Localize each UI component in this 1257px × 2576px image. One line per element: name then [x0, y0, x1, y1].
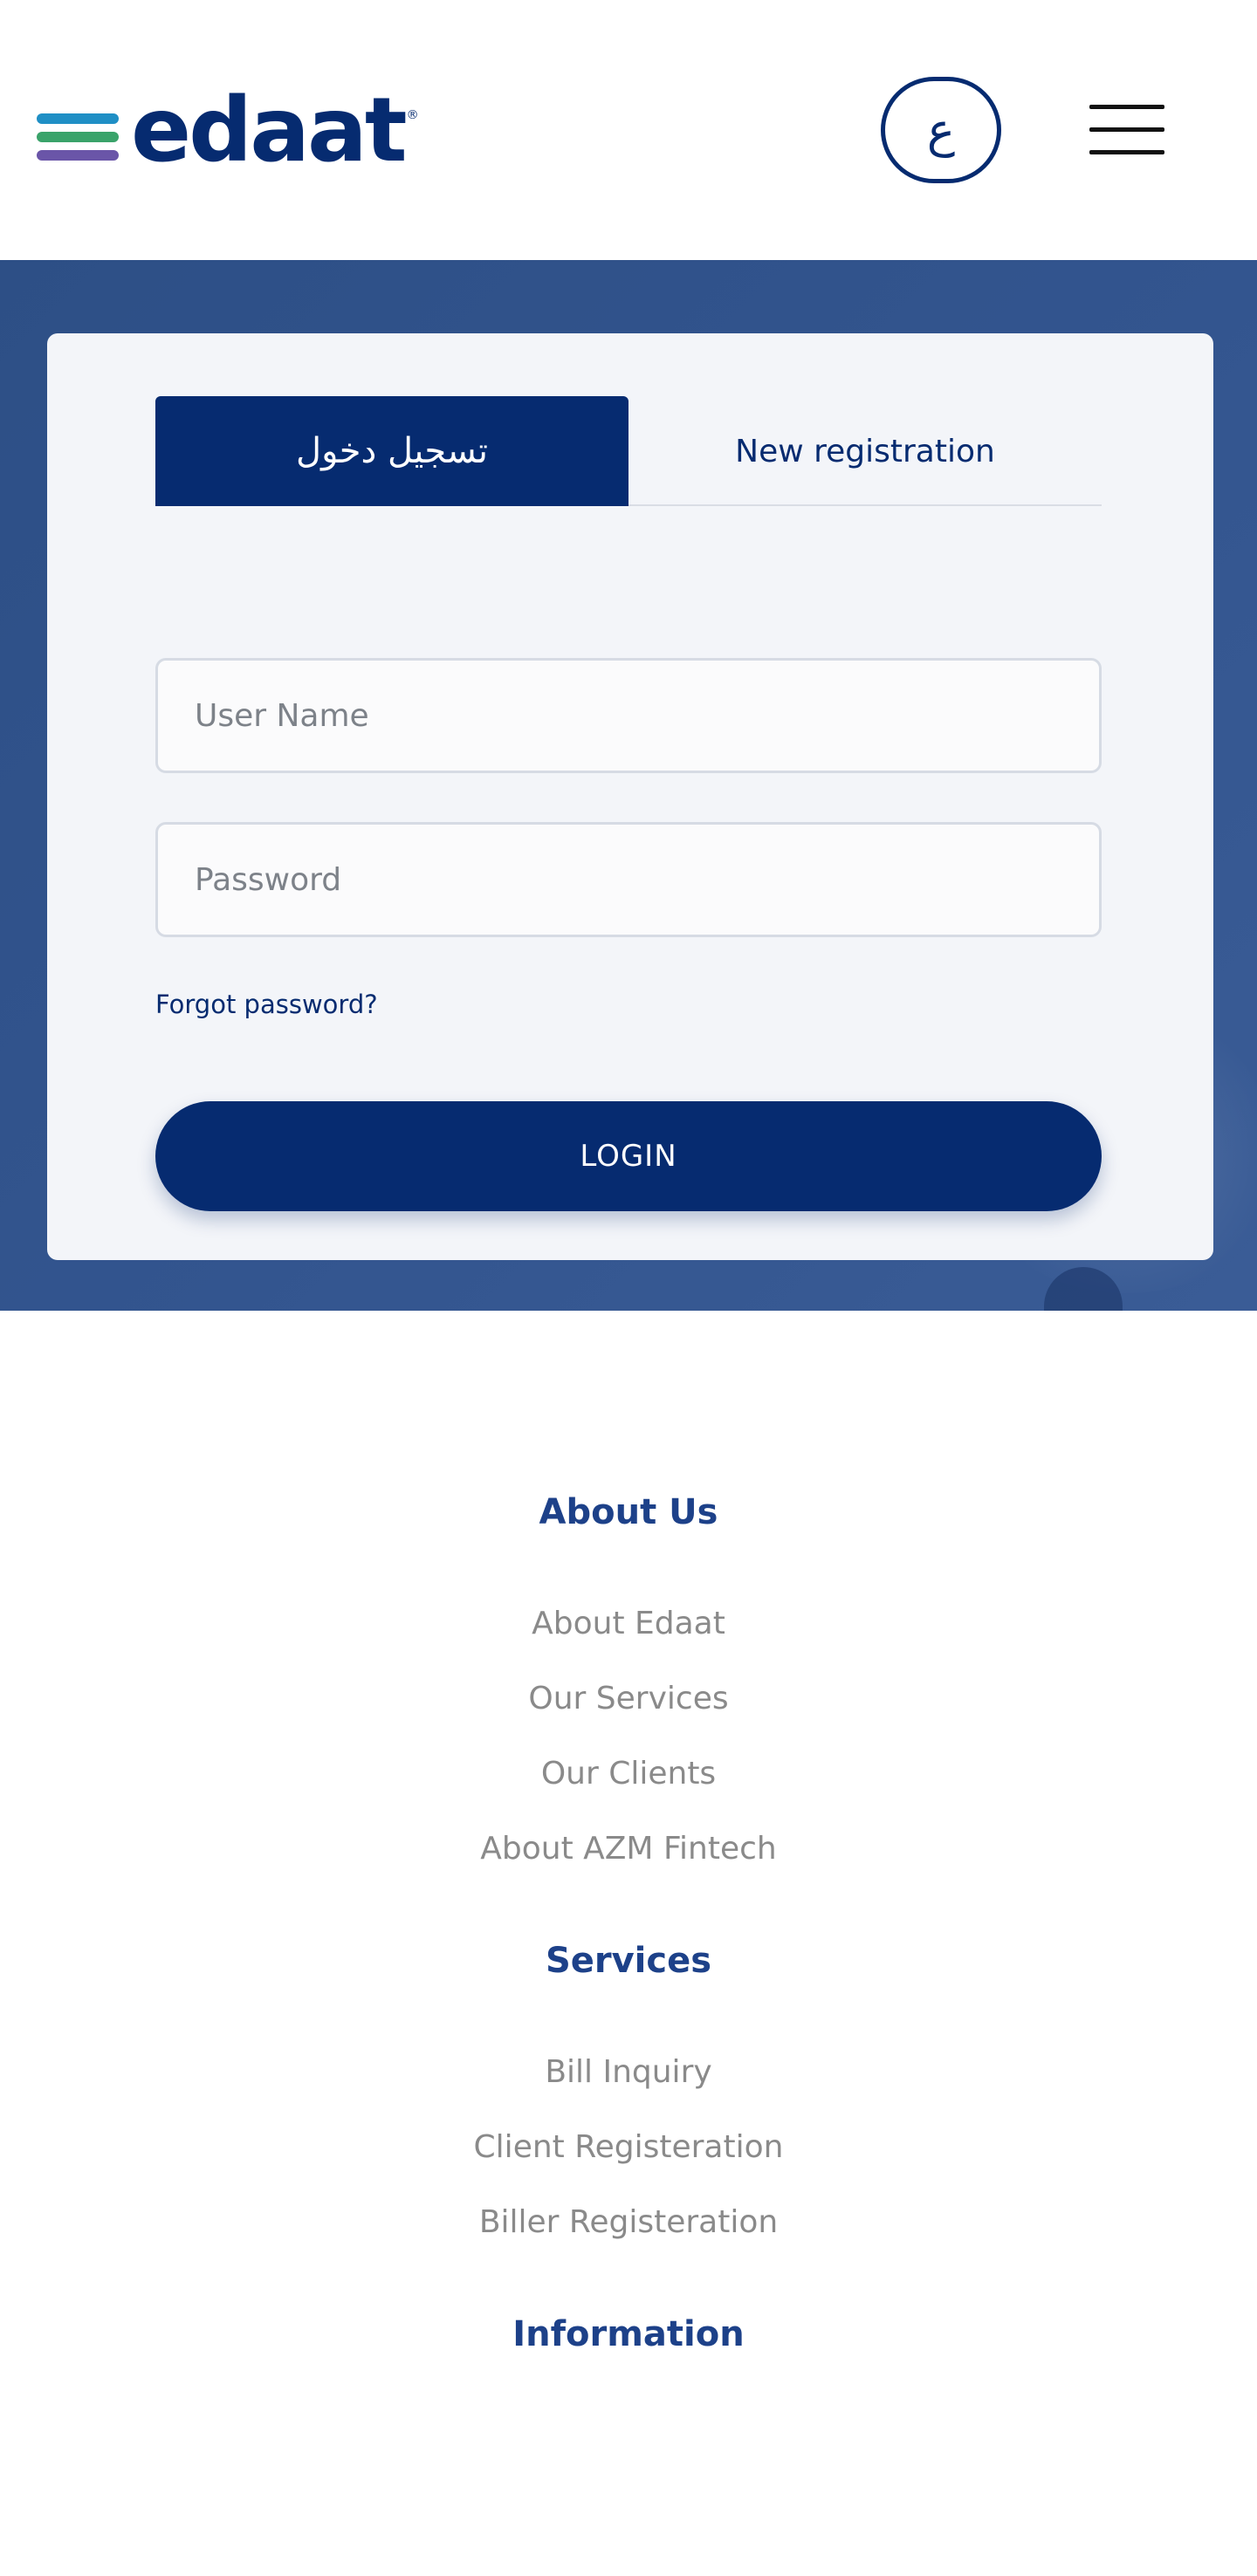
username-input[interactable] — [155, 658, 1102, 773]
tab-new-registration-label: New registration — [735, 433, 995, 469]
footer-link-our-services[interactable]: Our Services — [0, 1681, 1257, 1716]
footer-heading-about-us: About Us — [539, 1492, 718, 1532]
login-button[interactable]: LOGIN — [155, 1101, 1102, 1211]
footer-heading-information: Information — [512, 2314, 745, 2354]
footer-link-client-registeration[interactable]: Client Registeration — [0, 2129, 1257, 2165]
tab-login-label: تسجيل دخول — [296, 431, 488, 471]
logo-registered-mark: ® — [406, 108, 419, 122]
logo-bars-icon — [37, 113, 119, 161]
tab-new-registration[interactable]: New registration — [628, 396, 1102, 506]
footer-heading-services: Services — [545, 1941, 712, 1981]
language-toggle-label: ع — [926, 102, 956, 158]
footer-link-about-azm-fintech[interactable]: About AZM Fintech — [0, 1831, 1257, 1867]
logo-text: edaat — [131, 79, 408, 182]
language-toggle-button[interactable]: ع — [881, 77, 1001, 183]
login-card: تسجيل دخول New registration Forgot passw… — [47, 333, 1213, 1260]
edaat-logo[interactable]: edaat ® — [37, 79, 419, 182]
footer-link-about-edaat[interactable]: About Edaat — [0, 1606, 1257, 1641]
hamburger-menu-icon[interactable] — [1089, 101, 1164, 159]
site-footer: About Us About Edaat Our Services Our Cl… — [0, 1311, 1257, 2576]
footer-link-bill-inquiry[interactable]: Bill Inquiry — [0, 2054, 1257, 2090]
site-header: edaat ® ع — [0, 0, 1257, 260]
login-hero-section: تسجيل دخول New registration Forgot passw… — [0, 260, 1257, 1311]
footer-link-our-clients[interactable]: Our Clients — [0, 1756, 1257, 1792]
footer-link-biller-registeration[interactable]: Biller Registeration — [0, 2204, 1257, 2240]
forgot-password-link[interactable]: Forgot password? — [155, 990, 378, 1019]
password-input[interactable] — [155, 822, 1102, 937]
tab-login[interactable]: تسجيل دخول — [155, 396, 628, 506]
login-tabs: تسجيل دخول New registration — [155, 396, 1102, 506]
